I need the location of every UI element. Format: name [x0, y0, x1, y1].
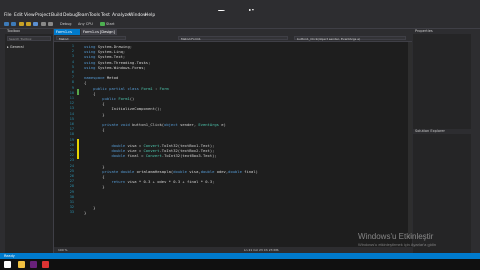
toolbar: Debug Any CPU Start — [0, 20, 480, 29]
platform-dropdown[interactable]: Any CPU — [78, 20, 93, 28]
line-number: 32 — [69, 205, 74, 210]
play-icon[interactable] — [100, 22, 105, 26]
code-line: } — [84, 184, 105, 190]
menu-file[interactable]: File — [4, 11, 12, 20]
line-number: 21 — [69, 148, 74, 152]
code-line: namespace Metod — [84, 75, 119, 81]
menu-analyze[interactable]: Analyze — [112, 11, 130, 20]
save-icon[interactable] — [33, 22, 38, 26]
properties-panel: Properties Solution Explorer — [413, 29, 471, 253]
line-number: 2 — [71, 49, 74, 54]
line-number: 31 — [69, 200, 74, 204]
open-icon[interactable] — [26, 22, 31, 26]
saved-change-marker — [77, 89, 79, 95]
code-text-area[interactable]: using System.Drawing; using System.Linq; u… — [84, 42, 410, 238]
line-number: 15 — [69, 116, 74, 121]
status-area: Ready Windows'u Etkinleştir Windows'u et… — [0, 232, 480, 270]
menu-help[interactable]: Help — [145, 11, 155, 20]
forward-icon[interactable] — [11, 22, 16, 26]
menu-project[interactable]: Project — [35, 11, 50, 20]
code-editor: Form1.cs Form1.cs [Design] Metod Metod.F… — [54, 29, 412, 253]
start-button[interactable]: Start — [106, 20, 115, 28]
menu-bar: File Edit View Project Build Debug Team … — [0, 11, 480, 20]
line-number: 6 — [71, 70, 74, 74]
line-number: 29 — [69, 189, 74, 194]
line-number: 17 — [69, 127, 74, 132]
line-number: 11 — [69, 96, 74, 100]
code-line: private double ortalamaHesapla(double vi… — [102, 168, 258, 174]
menu-debug[interactable]: Debug — [63, 11, 78, 20]
bandicam-icon[interactable] — [42, 261, 49, 268]
code-line: double final = Convert.ToInt32(textBox3.… — [111, 153, 217, 159]
menu-test[interactable]: Test — [101, 11, 110, 20]
properties-title[interactable]: Properties — [413, 29, 471, 34]
start-icon[interactable] — [4, 261, 11, 268]
line-number: 28 — [69, 184, 74, 189]
line-number: 1 — [71, 44, 74, 48]
menu-build[interactable]: Build — [51, 11, 62, 20]
menu-edit[interactable]: Edit — [14, 11, 23, 20]
code-line: private void button1_Click(object sender… — [102, 122, 226, 127]
line-number: 25 — [69, 168, 74, 173]
toolbox-title[interactable]: Toolbox — [5, 29, 53, 34]
vertical-scrollbar[interactable] — [408, 42, 412, 238]
activate-windows-title: Windows'u Etkinleştir — [358, 232, 434, 241]
menu-tools[interactable]: Tools — [89, 11, 100, 20]
line-number: 20 — [69, 142, 74, 147]
line-number: 7 — [71, 75, 74, 80]
line-number: 27 — [69, 179, 74, 184]
line-number: 5 — [71, 64, 74, 69]
right-dock-strip — [471, 29, 480, 253]
line-number: 9 — [71, 85, 74, 90]
toolbox-search-input[interactable]: Search Toolbox — [7, 36, 51, 41]
line-number: 23 — [69, 158, 74, 163]
unsaved-change-marker — [77, 139, 79, 159]
menu-team[interactable]: Team — [77, 11, 89, 20]
line-number: 33 — [69, 210, 74, 215]
line-number: 10 — [69, 90, 74, 95]
code-line: using System.Windows.Forms; — [84, 64, 146, 70]
line-number: 26 — [69, 174, 74, 178]
redo-icon[interactable] — [48, 22, 53, 26]
code-line: { — [84, 127, 105, 133]
line-number: 8 — [71, 80, 74, 85]
line-number: 16 — [69, 122, 74, 126]
line-number: 18 — [69, 132, 74, 137]
line-number: 14 — [69, 111, 74, 116]
line-number: 19 — [69, 137, 74, 142]
back-icon[interactable] — [4, 22, 9, 26]
line-number: 30 — [69, 194, 74, 199]
line-number: 13 — [69, 106, 74, 111]
toolbox-group-label: General — [9, 45, 24, 49]
toolbox-panel: Toolbox Search Toolbox ▸ General — [5, 29, 54, 261]
code-line: } — [84, 210, 87, 216]
file-explorer-icon[interactable] — [18, 261, 25, 268]
activate-windows-subtitle: Windows'u etkinleştirmek için Ayarlar'a … — [358, 242, 436, 247]
undo-icon[interactable] — [41, 22, 46, 26]
menu-view[interactable]: View — [24, 11, 35, 20]
line-number: 4 — [71, 59, 74, 64]
project-dropdown[interactable]: Metod — [56, 36, 126, 41]
line-number: 22 — [69, 153, 74, 158]
code-line: } — [84, 111, 105, 117]
code-line: public partial class Form1 : Form — [93, 85, 169, 91]
solution-explorer-title[interactable]: Solution Explorer — [413, 129, 471, 134]
member-dropdown[interactable]: button1_Click(object sender, EventArgs e… — [294, 36, 406, 41]
line-number: 12 — [69, 101, 74, 106]
class-dropdown[interactable]: Metod.Form1 — [178, 36, 288, 41]
new-project-icon[interactable] — [19, 22, 24, 26]
toolbox-group-general[interactable]: ▸ General — [7, 45, 24, 49]
windows-taskbar — [0, 259, 480, 270]
visual-studio-icon[interactable] — [30, 261, 37, 268]
navigation-bar: Metod Metod.Form1 button1_Click(object s… — [54, 35, 412, 42]
configuration-dropdown[interactable]: Debug — [60, 20, 72, 28]
line-number: 24 — [69, 163, 74, 168]
line-number: 3 — [71, 54, 74, 59]
